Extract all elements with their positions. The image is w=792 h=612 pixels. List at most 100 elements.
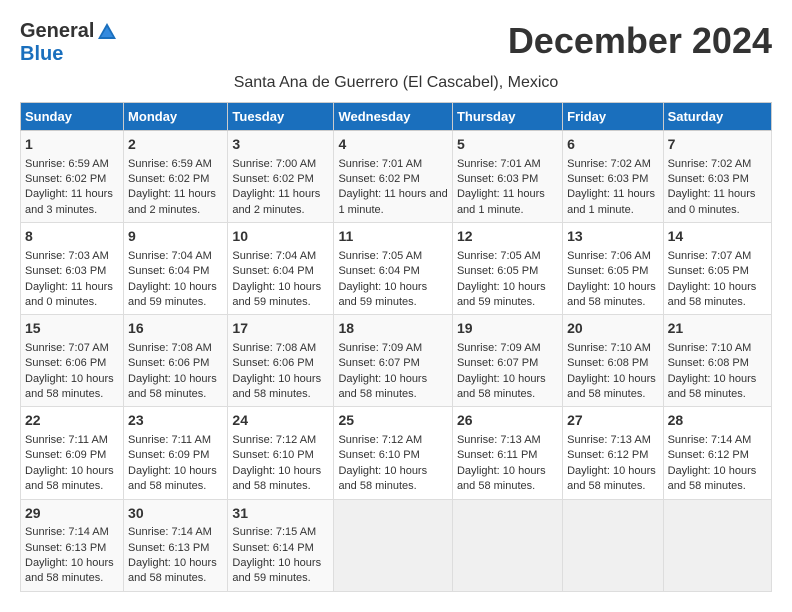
- day-number: 6: [567, 135, 658, 155]
- daylight-label: Daylight: 10 hours and 58 minutes.: [567, 281, 656, 308]
- col-friday: Friday: [563, 103, 663, 131]
- sunset-label: Sunset: 6:14 PM: [232, 542, 313, 554]
- daylight-label: Daylight: 10 hours and 58 minutes.: [668, 281, 757, 308]
- day-number: 7: [668, 135, 767, 155]
- sunset-label: Sunset: 6:13 PM: [128, 542, 209, 554]
- calendar-cell: 13Sunrise: 7:06 AMSunset: 6:05 PMDayligh…: [563, 223, 663, 315]
- col-thursday: Thursday: [452, 103, 562, 131]
- sunset-label: Sunset: 6:12 PM: [668, 449, 749, 461]
- sunrise-label: Sunrise: 7:14 AM: [668, 434, 752, 446]
- daylight-label: Daylight: 10 hours and 58 minutes.: [668, 465, 757, 492]
- day-number: 26: [457, 411, 558, 431]
- calendar-cell: 1Sunrise: 6:59 AMSunset: 6:02 PMDaylight…: [21, 131, 124, 223]
- day-number: 2: [128, 135, 223, 155]
- daylight-label: Daylight: 10 hours and 58 minutes.: [567, 373, 656, 400]
- day-number: 21: [668, 319, 767, 339]
- sunset-label: Sunset: 6:02 PM: [128, 173, 209, 185]
- daylight-label: Daylight: 10 hours and 59 minutes.: [338, 281, 427, 308]
- sunset-label: Sunset: 6:05 PM: [567, 265, 648, 277]
- day-number: 18: [338, 319, 448, 339]
- day-number: 12: [457, 227, 558, 247]
- daylight-label: Daylight: 10 hours and 58 minutes.: [128, 373, 217, 400]
- calendar-cell: 19Sunrise: 7:09 AMSunset: 6:07 PMDayligh…: [452, 315, 562, 407]
- daylight-label: Daylight: 10 hours and 58 minutes.: [128, 557, 217, 584]
- sunset-label: Sunset: 6:06 PM: [128, 357, 209, 369]
- calendar-cell: 12 Sunrise: 7:05 AM Sunset: 6:05 PM Dayligh…: [452, 223, 562, 315]
- sunrise-label: Sunrise: 7:04 AM: [128, 250, 212, 262]
- calendar-cell: 6 Sunrise: 7:02 AM Sunset: 6:03 PM Daylight…: [563, 131, 663, 223]
- sunrise-label: Sunrise: 7:08 AM: [232, 342, 316, 354]
- sunrise-label: Sunrise: 7:05 AM: [338, 250, 422, 262]
- calendar-week-row: 15Sunrise: 7:07 AMSunset: 6:06 PMDayligh…: [21, 315, 772, 407]
- sunset-label: Sunset: 6:12 PM: [567, 449, 648, 461]
- day-number: 29: [25, 504, 119, 524]
- day-number: 11: [338, 227, 448, 247]
- sunset-label: Sunset: 6:03 PM: [567, 173, 648, 185]
- sunrise-label: Sunrise: 7:05 AM: [457, 250, 541, 262]
- calendar-cell: 17Sunrise: 7:08 AMSunset: 6:06 PMDayligh…: [228, 315, 334, 407]
- sunset-label: Sunset: 6:08 PM: [668, 357, 749, 369]
- sunset-label: Sunset: 6:03 PM: [25, 265, 106, 277]
- day-number: 20: [567, 319, 658, 339]
- daylight-label: Daylight: 10 hours and 58 minutes.: [25, 373, 114, 400]
- sunrise-label: Sunrise: 7:09 AM: [457, 342, 541, 354]
- sunrise-label: Sunrise: 7:03 AM: [25, 250, 109, 262]
- calendar-week-row: 1 Sunrise: 6:59 AM Sunset: 6:02 PM Daylight…: [21, 131, 772, 223]
- sunset-label: Sunset: 6:02 PM: [232, 173, 313, 185]
- sunrise-label: Sunrise: 7:01 AM: [457, 158, 541, 170]
- daylight-label: Daylight: 11 hours and 0 minutes.: [668, 188, 756, 215]
- day-number: 4: [338, 135, 448, 155]
- calendar-cell: 23Sunrise: 7:11 AMSunset: 6:09 PMDayligh…: [124, 407, 228, 499]
- page-header: General Blue December 2024: [20, 20, 772, 66]
- day-number: 14: [668, 227, 767, 247]
- col-sunday: Sunday: [21, 103, 124, 131]
- calendar-cell: 16Sunrise: 7:08 AMSunset: 6:06 PMDayligh…: [124, 315, 228, 407]
- sunrise-label: Sunrise: 7:02 AM: [567, 158, 651, 170]
- sunset-label: Sunset: 6:05 PM: [457, 265, 538, 277]
- daylight-label: Daylight: 10 hours and 58 minutes.: [128, 465, 217, 492]
- day-number: 30: [128, 504, 223, 524]
- calendar-week-row: 8Sunrise: 7:03 AMSunset: 6:03 PMDaylight…: [21, 223, 772, 315]
- calendar-cell: 31Sunrise: 7:15 AMSunset: 6:14 PMDayligh…: [228, 499, 334, 591]
- logo-blue: Blue: [20, 43, 63, 65]
- sunrise-label: Sunrise: 7:01 AM: [338, 158, 422, 170]
- daylight-label: Daylight: 11 hours and 1 minute.: [567, 188, 655, 215]
- col-monday: Monday: [124, 103, 228, 131]
- calendar-cell: 5Sunrise: 7:01 AMSunset: 6:03 PMDaylight…: [452, 131, 562, 223]
- sunset-label: Sunset: 6:02 PM: [338, 173, 419, 185]
- day-number: 3: [232, 135, 329, 155]
- logo-general: General: [20, 20, 94, 43]
- sunset-label: Sunset: 6:06 PM: [232, 357, 313, 369]
- calendar-cell: 20 Sunrise: 7:10 AM Sunset: 6:08 PM Dayligh…: [563, 315, 663, 407]
- daylight-label: Daylight: 10 hours and 58 minutes.: [668, 373, 757, 400]
- sunset-label: Sunset: 6:10 PM: [232, 449, 313, 461]
- calendar-table: Sunday Monday Tuesday Wednesday Thursday…: [20, 102, 772, 592]
- calendar-cell: 8Sunrise: 7:03 AMSunset: 6:03 PMDaylight…: [21, 223, 124, 315]
- daylight-label: Daylight: 10 hours and 58 minutes.: [232, 373, 321, 400]
- calendar-cell: [563, 499, 663, 591]
- logo-icon: [96, 21, 118, 43]
- calendar-cell: 29Sunrise: 7:14 AMSunset: 6:13 PMDayligh…: [21, 499, 124, 591]
- sunset-label: Sunset: 6:08 PM: [567, 357, 648, 369]
- calendar-cell: 22Sunrise: 7:11 AMSunset: 6:09 PMDayligh…: [21, 407, 124, 499]
- sunrise-label: Sunrise: 7:10 AM: [668, 342, 752, 354]
- logo: General Blue: [20, 20, 118, 66]
- sunrise-label: Sunrise: 7:10 AM: [567, 342, 651, 354]
- calendar-cell: [334, 499, 453, 591]
- daylight-label: Daylight: 10 hours and 58 minutes.: [338, 373, 427, 400]
- sunrise-label: Sunrise: 6:59 AM: [128, 158, 212, 170]
- sunrise-label: Sunrise: 7:02 AM: [668, 158, 752, 170]
- location-title: Santa Ana de Guerrero (El Cascabel), Mex…: [20, 74, 772, 92]
- day-number: 25: [338, 411, 448, 431]
- sunset-label: Sunset: 6:06 PM: [25, 357, 106, 369]
- calendar-cell: 25Sunrise: 7:12 AMSunset: 6:10 PMDayligh…: [334, 407, 453, 499]
- daylight-label: Daylight: 10 hours and 59 minutes.: [457, 281, 546, 308]
- sunset-label: Sunset: 6:07 PM: [457, 357, 538, 369]
- day-number: 1: [25, 135, 119, 155]
- col-tuesday: Tuesday: [228, 103, 334, 131]
- day-number: 23: [128, 411, 223, 431]
- day-number: 9: [128, 227, 223, 247]
- sunrise-label: Sunrise: 7:12 AM: [232, 434, 316, 446]
- sunset-label: Sunset: 6:04 PM: [338, 265, 419, 277]
- calendar-cell: 9Sunrise: 7:04 AMSunset: 6:04 PMDaylight…: [124, 223, 228, 315]
